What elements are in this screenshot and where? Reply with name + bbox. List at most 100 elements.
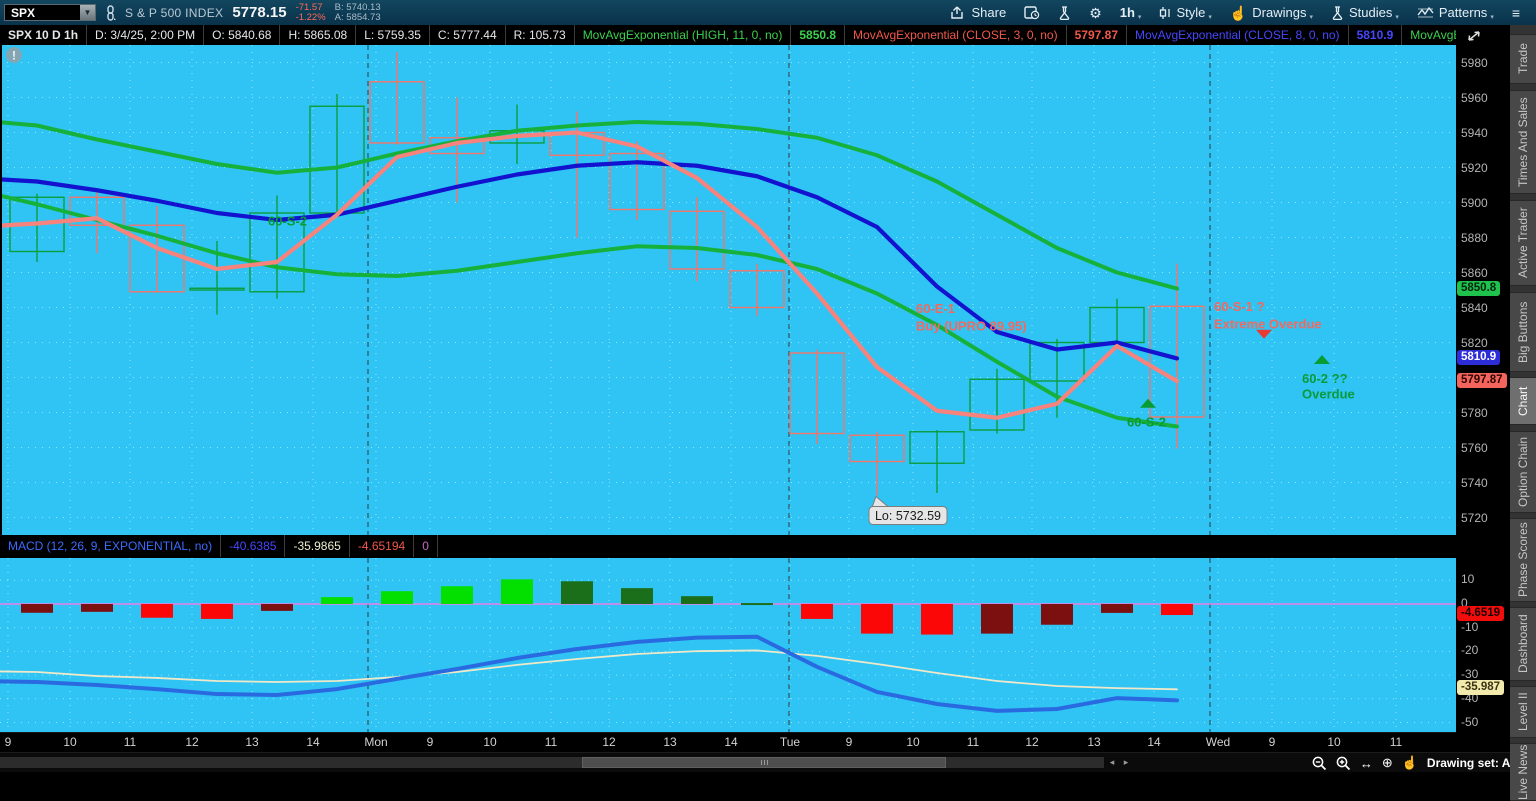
sidebar-tab-option-chain[interactable]: Option Chain: [1510, 431, 1536, 513]
time-axis-label: 13: [234, 735, 270, 749]
sidebar-tab-active-trader[interactable]: Active Trader: [1510, 200, 1536, 286]
link-icon[interactable]: [105, 5, 116, 21]
hand-icon: ☝: [1230, 6, 1247, 20]
chart-annotation: Overdue: [1302, 387, 1355, 402]
chart-zoom-controls: ↔ ⊕ ☝: [1312, 753, 1418, 773]
sidebar-tab-times-and-sales[interactable]: Times And Sales: [1510, 90, 1536, 194]
price-axis-tick: 5760: [1461, 440, 1488, 456]
sidebar-tab-chart[interactable]: Chart: [1510, 377, 1536, 425]
patterns-button[interactable]: Patterns ▾: [1409, 0, 1502, 25]
price-chart-panel[interactable]: 60-S-260-E-1Buy (UPRO 89.95)60-S-1 ?Extr…: [0, 45, 1456, 535]
time-axis-label: 12: [174, 735, 210, 749]
symbol-description: S & P 500 INDEX: [125, 6, 223, 20]
thinkorswim-chart-window: SPX ▼ S & P 500 INDEX 5778.15 -71.57 -1.…: [0, 0, 1536, 772]
flask-icon: [1331, 6, 1344, 20]
study-label-ema-high[interactable]: MovAvgExponential (HIGH, 11, 0, no): [575, 25, 792, 45]
settings-button[interactable]: ⚙: [1081, 0, 1110, 25]
time-axis-label: 11: [955, 735, 991, 749]
bid-value: B: 5740.13: [335, 3, 381, 13]
hamburger-menu-icon: ≡: [1512, 6, 1520, 20]
zigzag-pattern-icon: [1417, 6, 1434, 19]
price-value-badge: 5850.8: [1457, 281, 1500, 296]
study-value-ema-high: 5850.8: [791, 25, 845, 45]
scroll-left-arrow[interactable]: ◂: [1106, 757, 1118, 768]
time-axis-label: 10: [52, 735, 88, 749]
macd-value: -40.6385: [221, 535, 285, 557]
chart-annotation: Extreme Overdue: [1214, 317, 1322, 332]
cursor-hand-icon[interactable]: ☝: [1402, 755, 1418, 771]
macd-avg: -35.9865: [285, 535, 349, 557]
time-axis-label: Tue: [772, 735, 808, 749]
time-axis-label: 12: [1014, 735, 1050, 749]
macd-axis-tick: -50: [1461, 714, 1478, 730]
macd-histogram: [21, 579, 1193, 634]
chart-annotation: 60-S-2: [1127, 415, 1166, 430]
sidebar-tab-big-buttons[interactable]: Big Buttons: [1510, 292, 1536, 372]
macd-gridlines: [0, 558, 1456, 732]
share-button[interactable]: Share: [943, 0, 1014, 25]
time-axis-label: 12: [591, 735, 627, 749]
sidebar-tab-level-ii[interactable]: Level II: [1510, 686, 1536, 738]
sidebar-tab-live-news[interactable]: Live News: [1510, 743, 1536, 801]
study-label-ema8[interactable]: MovAvgExponential (CLOSE, 8, 0, no): [1127, 25, 1349, 45]
price-axis-tick: 5880: [1461, 230, 1488, 246]
price-value-badge: 5810.9: [1457, 350, 1500, 365]
macd-svg: [0, 558, 1456, 732]
macd-value-line: [0, 637, 1177, 711]
macd-axis-tick: -20: [1461, 642, 1478, 658]
time-axis-label: 13: [1076, 735, 1112, 749]
macd-panel[interactable]: [0, 557, 1456, 732]
buy-signal-triangle: [1314, 355, 1330, 364]
pan-horizontal-icon[interactable]: ↔: [1360, 756, 1373, 771]
quick-study-button[interactable]: [1050, 0, 1079, 25]
sidebar-tab-dashboard[interactable]: Dashboard: [1510, 607, 1536, 681]
price-axis-column[interactable]: 5980596059405920590058805860584058205780…: [1456, 25, 1510, 752]
chart-title: SPX 10 D 1h: [0, 25, 87, 45]
time-axis-label: 13: [652, 735, 688, 749]
style-button[interactable]: Style ▾: [1151, 0, 1219, 25]
scroll-right-arrow[interactable]: ▸: [1120, 757, 1132, 768]
bottom-bar: ◂ ▸ ↔ ⊕ ☝ Drawing set: All ▾: [0, 752, 1536, 772]
bar-date: D: 3/4/25, 2:00 PM: [87, 25, 204, 45]
time-axis-label: 10: [895, 735, 931, 749]
study-value-ema3: 5797.87: [1067, 25, 1127, 45]
price-axis-tick: 5860: [1461, 265, 1488, 281]
crosshair-mode-icon[interactable]: ⊕: [1382, 755, 1393, 771]
ema-close3-line: [0, 133, 1177, 418]
time-axis-label: 14: [1136, 735, 1172, 749]
macd-signal-line: [0, 650, 1177, 689]
candles-group: [10, 52, 1204, 495]
menu-button[interactable]: ≡: [1504, 0, 1528, 25]
macd-axis-tick: -10: [1461, 619, 1478, 635]
price-axis-tick: 5980: [1461, 55, 1488, 71]
bid-ask: B: 5740.13 A: 5854.73: [335, 3, 381, 23]
studies-button[interactable]: Studies ▾: [1323, 0, 1407, 25]
chevron-down-icon: ▾: [1208, 13, 1212, 21]
sidebar-tab-phase-scores[interactable]: Phase Scores: [1510, 518, 1536, 602]
calendar-events-button[interactable]: [1016, 0, 1048, 25]
drawings-button[interactable]: ☝ Drawings ▾: [1222, 0, 1321, 25]
time-axis[interactable]: 91011121314Mon91011121314Tue91011121314W…: [0, 732, 1456, 752]
chart-annotation: 60-2 ??: [1302, 371, 1348, 386]
chart-scrollbar[interactable]: [0, 757, 1104, 768]
macd-value-badge: -4.6519: [1457, 606, 1504, 621]
study-label-ema3[interactable]: MovAvgExponential (CLOSE, 3, 0, no): [845, 25, 1067, 45]
symbol-dropdown-button[interactable]: ▼: [80, 5, 95, 20]
symbol-input[interactable]: SPX ▼: [4, 4, 96, 21]
zoom-out-icon[interactable]: [1312, 756, 1327, 771]
zoom-in-icon[interactable]: [1336, 756, 1351, 771]
symbol-group: SPX ▼ S & P 500 INDEX 5778.15 -71.57 -1.…: [0, 3, 381, 23]
macd-study-label[interactable]: MACD (12, 26, 9, EXPONENTIAL, no): [0, 535, 221, 557]
gear-icon: ⚙: [1089, 6, 1102, 20]
time-axis-label: 9: [1254, 735, 1290, 749]
study-value-ema8: 5810.9: [1349, 25, 1403, 45]
detach-restore-icon[interactable]: [1464, 28, 1486, 44]
timeframe-button[interactable]: 1h ▾: [1112, 0, 1150, 25]
low-price-bubble: Lo: 5732.59: [869, 496, 947, 524]
price-axis-tick: 5840: [1461, 300, 1488, 316]
scrollbar-thumb[interactable]: [582, 757, 946, 768]
sidebar-tab-trade[interactable]: Trade: [1510, 34, 1536, 84]
macd-diff: -4.65194: [350, 535, 414, 557]
price-axis-tick: 5780: [1461, 405, 1488, 421]
ohlc-row: SPX 10 D 1h D: 3/4/25, 2:00 PM O: 5840.6…: [0, 25, 1456, 45]
